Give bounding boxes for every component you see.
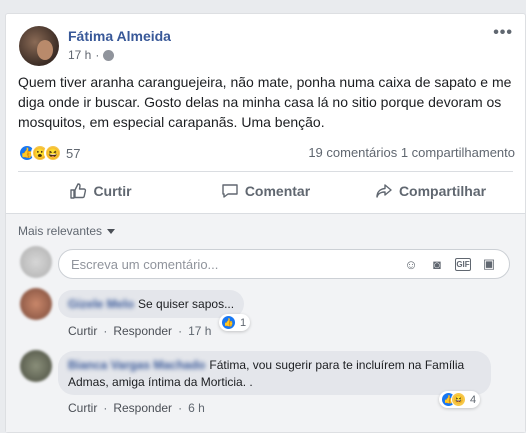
emoji-icon[interactable]: ☺ xyxy=(403,256,419,272)
comment-reactions[interactable]: 👍 😆 4 xyxy=(439,391,481,408)
comment-reply-link[interactable]: Responder xyxy=(113,324,172,338)
post-text: Quem tiver aranha caranguejeira, não mat… xyxy=(18,74,512,130)
haha-reaction-icon: 😆 xyxy=(44,144,62,162)
post-meta: 17 h · xyxy=(68,48,115,62)
share-label: Compartilhar xyxy=(398,183,487,199)
comment-actions: Curtir · Responder · 6 h xyxy=(68,401,205,415)
more-options-icon[interactable]: ••• xyxy=(493,24,513,42)
author-name[interactable]: Fátima Almeida xyxy=(68,28,171,44)
comment-actions: Curtir · Responder · 17 h xyxy=(68,324,212,338)
comment-reaction-count: 1 xyxy=(240,316,247,329)
post-actions: Curtir Comentar Compartilhar xyxy=(18,174,513,208)
shares-count-link[interactable]: 1 compartilhamento xyxy=(401,145,515,160)
share-button[interactable]: Compartilhar xyxy=(348,174,513,208)
comment-like-link[interactable]: Curtir xyxy=(68,324,97,338)
comment-reaction-count: 4 xyxy=(470,393,477,406)
haha-reaction-icon: 😆 xyxy=(451,392,466,407)
commenter-avatar[interactable] xyxy=(20,288,52,320)
like-label: Curtir xyxy=(93,183,132,199)
thumbs-up-icon xyxy=(70,183,87,199)
author-avatar[interactable] xyxy=(19,26,59,66)
comment-sort-dropdown[interactable]: Mais relevantes xyxy=(18,224,116,238)
commenter-name[interactable]: Bianca Vargas Machado xyxy=(68,358,205,372)
camera-icon[interactable]: ◙ xyxy=(429,256,445,272)
comment-bubble: Gizele Melo Se quiser sapos... xyxy=(58,290,245,318)
comment-like-link[interactable]: Curtir xyxy=(68,401,97,415)
comment-input[interactable]: Escreva um comentário... ☺ ◙ GIF ▣ xyxy=(58,249,510,279)
share-icon xyxy=(376,184,392,198)
comment-button[interactable]: Comentar xyxy=(183,174,348,208)
caret-down-icon xyxy=(107,228,116,234)
gif-icon[interactable]: GIF xyxy=(455,258,471,271)
reactions-summary[interactable]: 👍 😮 😆 57 xyxy=(18,144,80,162)
post-card: Fátima Almeida 17 h · ••• Quem tiver ara… xyxy=(5,13,526,433)
comment-input-placeholder: Escreva um comentário... xyxy=(71,256,219,272)
commenter-name[interactable]: Gizele Melo xyxy=(68,297,134,311)
sort-label: Mais relevantes xyxy=(18,224,103,238)
comment-time[interactable]: 17 h xyxy=(188,324,211,338)
comment-input-tools: ☺ ◙ GIF ▣ xyxy=(403,256,497,272)
globe-icon[interactable] xyxy=(103,49,115,61)
divider xyxy=(18,171,513,172)
sticker-icon[interactable]: ▣ xyxy=(481,256,497,272)
post-time[interactable]: 17 h xyxy=(68,48,91,62)
comment-reply-link[interactable]: Responder xyxy=(113,401,172,415)
reaction-count: 57 xyxy=(66,145,81,161)
comments-count-link[interactable]: 19 comentários xyxy=(308,145,397,160)
comment-label: Comentar xyxy=(244,183,311,199)
comment-bubble: Bianca Vargas Machado Fátima, vou sugerir… xyxy=(58,351,491,395)
comment-text: Se quiser sapos... xyxy=(138,297,235,311)
comment-reactions[interactable]: 👍 1 xyxy=(219,314,251,331)
comment-icon xyxy=(222,184,238,198)
commenter-avatar[interactable] xyxy=(20,350,52,382)
comment-time[interactable]: 6 h xyxy=(188,401,205,415)
post-stats: 19 comentários 1 compartilhamento xyxy=(308,145,515,160)
like-reaction-icon: 👍 xyxy=(221,315,236,330)
current-user-avatar xyxy=(20,246,52,278)
like-button[interactable]: Curtir xyxy=(18,174,183,208)
